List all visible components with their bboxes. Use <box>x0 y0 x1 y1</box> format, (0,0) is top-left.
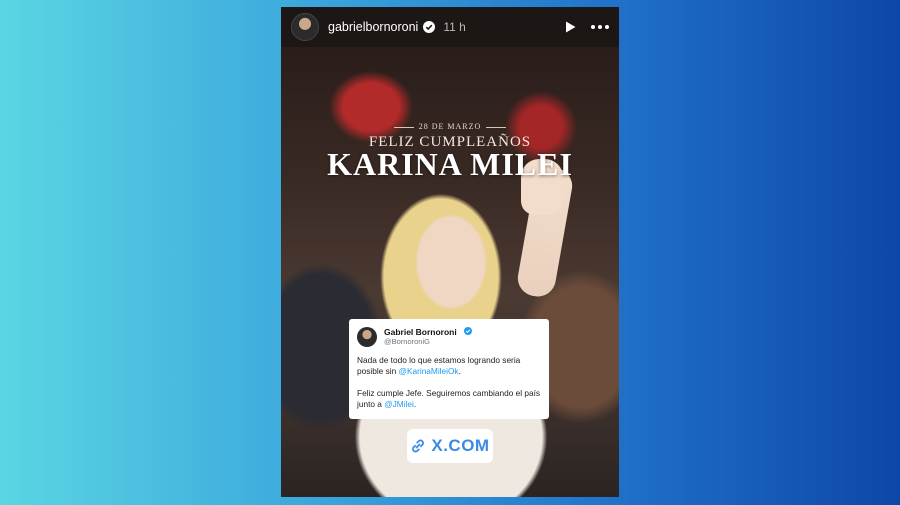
profile-avatar[interactable] <box>291 13 319 41</box>
mention-jmilei[interactable]: @JMilei <box>384 399 414 409</box>
tweet-avatar <box>357 326 377 347</box>
mention-karina[interactable]: @KarinaMileiOk <box>399 366 459 376</box>
link-sticker-label: X.COM <box>431 436 490 455</box>
more-options-icon[interactable] <box>591 24 609 30</box>
tweet-verified-icon <box>464 326 473 335</box>
play-icon[interactable] <box>563 20 577 34</box>
tweet-paragraph-1: Nada de todo lo que estamos logrando ser… <box>357 355 541 377</box>
embedded-tweet[interactable]: Gabriel Bornoroni @BornoroniG Nada de to… <box>349 319 549 419</box>
banner-date: 28 DE MARZO <box>281 122 619 131</box>
banner-name: KARINA MILEI <box>327 146 573 182</box>
link-icon <box>412 439 425 453</box>
tweet-paragraph-2: Feliz cumple Jefe. Seguiremos cambiando … <box>357 388 541 410</box>
tweet-text-2-end: . <box>413 399 417 409</box>
tweet-author-name: Gabriel Bornoroni <box>384 327 457 337</box>
link-sticker[interactable]: X.COM <box>407 429 493 463</box>
tweet-body: Nada de todo lo que estamos logrando ser… <box>357 355 541 410</box>
story-viewer: gabrielbornoroni 11 h 28 DE MARZO FELIZ … <box>281 7 619 497</box>
verified-badge-icon <box>423 21 436 33</box>
username[interactable]: gabrielbornoroni <box>328 20 418 34</box>
story-header: gabrielbornoroni 11 h <box>281 7 619 47</box>
tweet-header: Gabriel Bornoroni @BornoroniG <box>357 326 541 347</box>
story-time: 11 h <box>443 20 466 34</box>
tweet-text-1-end: . <box>458 366 461 376</box>
